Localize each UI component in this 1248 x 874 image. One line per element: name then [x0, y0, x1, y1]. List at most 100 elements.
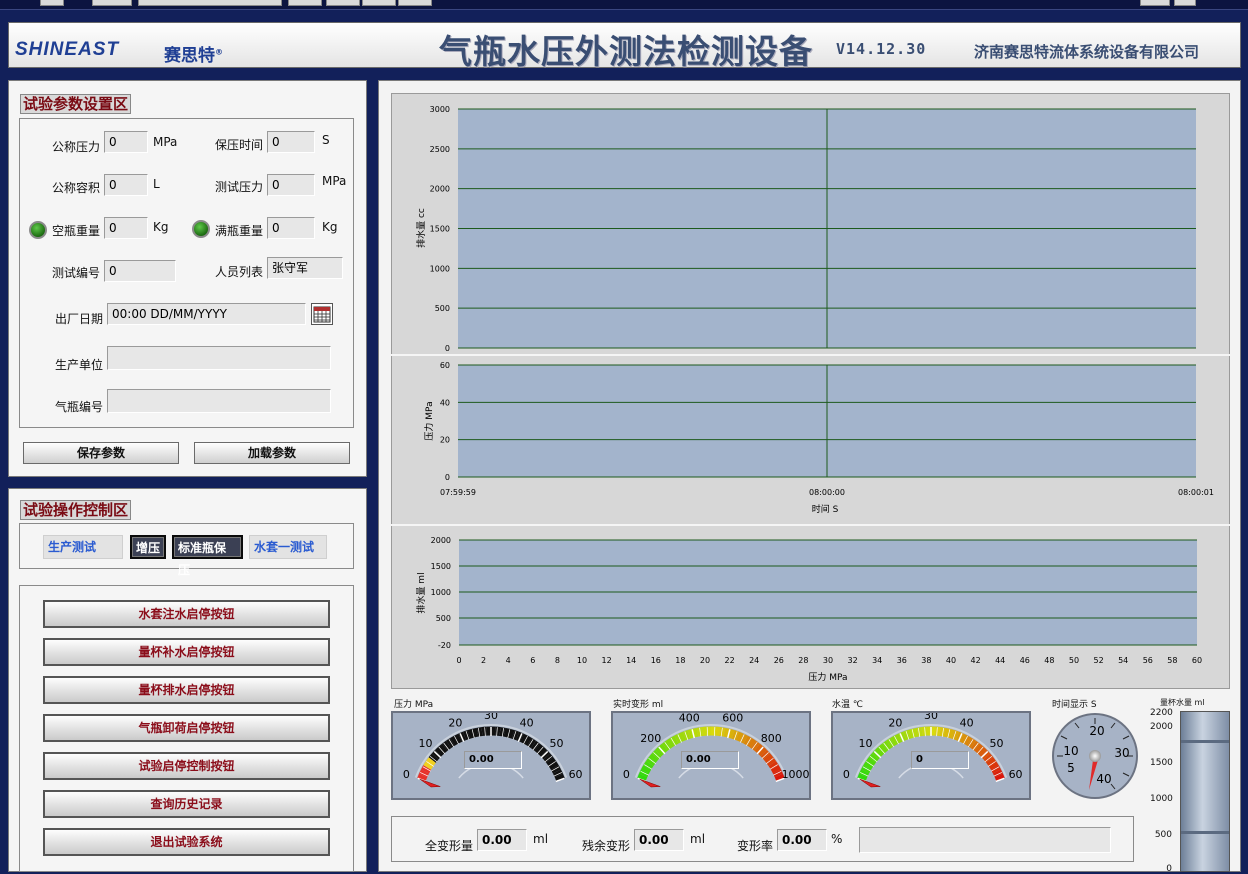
toolbar-button[interactable] [398, 0, 432, 6]
company-logo: SHINEAST [15, 39, 119, 61]
gauge-arc-segment [867, 764, 869, 768]
gauge-arc-segment [981, 750, 984, 753]
deformation-gauge: 02004006008001000 0.00 [611, 711, 811, 800]
mode-jacket-test[interactable]: 水套一测试 [249, 535, 327, 559]
hold-time-label: 保压时间 [215, 136, 263, 153]
gauge-arc-segment [469, 733, 473, 734]
y-tick-label: 40 [440, 398, 450, 407]
x-tick-label: 36 [897, 656, 907, 665]
gauge-needle [640, 779, 661, 787]
gauge-arc-segment [652, 756, 655, 760]
cup-tick-label: 0 [1150, 864, 1172, 874]
hold-time-input[interactable]: 0 [267, 131, 315, 153]
history-query-button[interactable]: 查询历史记录 [43, 790, 330, 818]
x-tick-label: 18 [675, 656, 685, 665]
gauge-arc-segment [427, 764, 429, 768]
gauge-arc-segment [522, 738, 526, 740]
toolbar-dropdown[interactable] [138, 0, 282, 6]
gauge-tick-label: 30 [924, 713, 938, 722]
x-tick-label: 10 [577, 656, 587, 665]
cup-drain-button[interactable]: 量杯排水启停按钮 [43, 676, 330, 704]
temperature-gauge: 0102030405060 0 [831, 711, 1031, 800]
x-tick-label: 08:00:00 [809, 488, 845, 497]
gauge-arc-segment [896, 738, 900, 740]
empty-weight-input[interactable]: 0 [104, 217, 148, 239]
nominal-pressure-input[interactable]: 0 [104, 131, 148, 153]
gauge-arc-segment [452, 740, 456, 742]
gauge-arc-segment [478, 732, 482, 733]
staff-select[interactable]: 张守军 [267, 257, 343, 279]
mfg-date-input[interactable]: 00:00 DD/MM/YYYY [107, 303, 306, 325]
toolbar-button[interactable] [288, 0, 322, 6]
y-tick-label: 20 [440, 436, 450, 445]
params-section-title: 试验参数设置区 [20, 94, 131, 114]
toolbar-button[interactable] [326, 0, 360, 6]
maker-input[interactable] [107, 346, 331, 370]
toolbar-button[interactable] [40, 0, 64, 6]
gauge-arc-segment [550, 760, 553, 764]
gauge-pressure-label: 压力 MPa [394, 697, 433, 710]
cup-tick-label: 500 [1150, 830, 1172, 840]
cup-refill-button[interactable]: 量杯补水启停按钮 [43, 638, 330, 666]
gauge-arc-segment [513, 734, 517, 735]
gauge-arc-segment [878, 750, 881, 753]
test-number-input[interactable]: 0 [104, 260, 176, 282]
timer-tick: 10 [1063, 744, 1078, 758]
x-tick-label: 32 [848, 656, 858, 665]
nominal-pressure-label: 公称压力 [52, 138, 100, 155]
cup-label: 量杯水量 ml [1160, 697, 1205, 708]
exit-system-button[interactable]: 退出试验系统 [43, 828, 330, 856]
timer-tick: 30 [1114, 746, 1129, 760]
window-top-strip [0, 0, 1248, 10]
empty-weight-led[interactable] [29, 221, 47, 239]
toolbar-button[interactable] [362, 0, 396, 6]
mode-standard-hold-button[interactable]: 标准瓶保压 [172, 535, 243, 559]
test-start-stop-button[interactable]: 试验启停控制按钮 [43, 752, 330, 780]
gauge-arc-segment [918, 732, 922, 733]
x-tick-label: 52 [1094, 656, 1104, 665]
gauge-tick-label: 10 [419, 737, 433, 750]
timer-tick: 40 [1096, 772, 1111, 786]
cup-tick-label: 1000 [1150, 794, 1172, 804]
total-deformation-value: 0.00 [477, 829, 527, 851]
gauge-temperature-label: 水温 ℃ [832, 697, 863, 710]
gauge-tick-label: 20 [448, 716, 462, 729]
gauge-arc-segment [913, 732, 917, 733]
y-axis-label: 压力 MPa [423, 401, 435, 440]
save-params-button[interactable]: 保存参数 [23, 442, 179, 464]
x-tick-label: 4 [506, 656, 511, 665]
residual-deformation-value: 0.00 [634, 829, 684, 851]
x-tick-label: 48 [1044, 656, 1054, 665]
cylinder-unload-button[interactable]: 气瓶卸荷启停按钮 [43, 714, 330, 742]
y-tick-label: 500 [435, 304, 450, 313]
jacket-fill-button[interactable]: 水套注水启停按钮 [43, 600, 330, 628]
gauge-arc-segment [645, 767, 647, 771]
y-tick-label: 1500 [430, 225, 450, 234]
full-weight-led[interactable] [192, 220, 210, 238]
toolbar-button[interactable] [92, 0, 132, 6]
full-weight-label: 满瓶重量 [215, 222, 263, 239]
nominal-volume-input[interactable]: 0 [104, 174, 148, 196]
toolbar-button[interactable] [1140, 0, 1170, 6]
full-weight-input[interactable]: 0 [267, 217, 315, 239]
x-tick-label: 24 [749, 656, 759, 665]
mode-pressurize-button[interactable]: 增压 [130, 535, 166, 559]
test-number-label: 测试编号 [52, 264, 100, 281]
x-tick-label: 56 [1143, 656, 1153, 665]
cylinder-no-input[interactable] [107, 389, 331, 413]
control-section-title: 试验操作控制区 [20, 500, 131, 520]
load-params-button[interactable]: 加载参数 [194, 442, 350, 464]
x-tick-label: 14 [626, 656, 636, 665]
gauge-tick-label: 30 [484, 713, 498, 722]
chart-displacement-pressure: -205001000150020000246810121416182022242… [415, 536, 1202, 683]
y-tick-label: 1000 [431, 588, 451, 597]
plot-area[interactable] [459, 540, 1197, 645]
mode-production-test[interactable]: 生产测试 [43, 535, 123, 559]
x-tick-label: 44 [995, 656, 1005, 665]
calendar-icon[interactable] [311, 303, 333, 325]
gauge-tick-label: 1000 [782, 768, 809, 781]
test-pressure-input[interactable]: 0 [267, 174, 315, 196]
gauge-arc-segment [456, 738, 460, 740]
empty-weight-unit: Kg [153, 220, 169, 234]
toolbar-button[interactable] [1174, 0, 1196, 6]
